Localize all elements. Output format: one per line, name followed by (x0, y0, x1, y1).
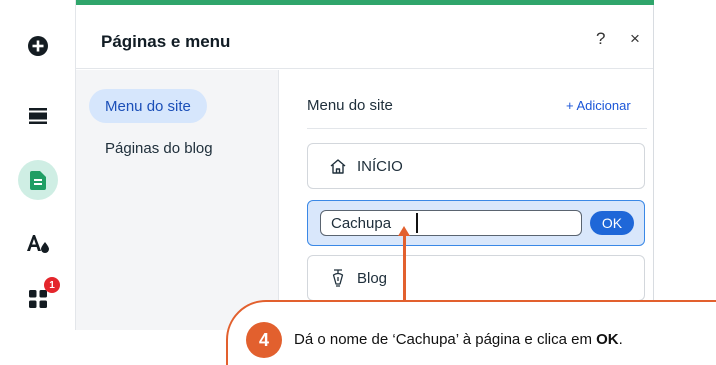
pen-nib-icon (327, 268, 349, 288)
page-item-label: INÍCIO (357, 157, 403, 175)
nav-item-paginas-do-blog[interactable]: Páginas do blog (89, 131, 229, 165)
page-rename-row: OK (307, 200, 645, 246)
page-name-input[interactable] (320, 210, 582, 236)
callout-arrow (398, 226, 410, 236)
home-icon (327, 158, 349, 175)
close-button[interactable]: × (630, 29, 640, 49)
add-elements-button[interactable] (18, 26, 58, 66)
pages-icon (30, 170, 46, 190)
page-item-blog[interactable]: Blog (307, 255, 645, 301)
text-caret (416, 213, 418, 233)
design-icon (27, 235, 49, 253)
page-item-inicio[interactable]: INÍCIO (307, 143, 645, 189)
apps-button[interactable]: 1 (18, 277, 60, 319)
panel-sidenav: Menu do site Páginas do blog (76, 70, 279, 330)
help-button[interactable]: ? (596, 29, 605, 49)
sections-icon (29, 108, 47, 124)
instruction-text: Dá o nome de ‘Cachupa’ à página e clica … (294, 331, 623, 348)
design-button[interactable] (18, 223, 58, 263)
notification-badge: 1 (44, 277, 60, 293)
apps-icon (29, 290, 47, 308)
divider (307, 128, 647, 129)
add-icon (28, 36, 48, 56)
site-menu-content: Menu do site + Adicionar INÍCIO OK Blog (280, 70, 654, 330)
sections-button[interactable] (18, 96, 58, 136)
callout-pointer-line (403, 232, 406, 306)
instruction-ok-label: OK (596, 331, 619, 348)
pages-menu-panel: Páginas e menu ? × Menu do site Páginas … (76, 5, 654, 330)
left-toolbar: 1 (0, 0, 76, 330)
step-number-badge: 4 (246, 322, 282, 358)
nav-item-menu-do-site[interactable]: Menu do site (89, 89, 207, 123)
panel-header: Páginas e menu ? × (76, 5, 653, 69)
pages-menu-button[interactable] (18, 160, 58, 200)
add-page-button[interactable]: + Adicionar (566, 98, 631, 113)
page-item-label: Blog (357, 269, 388, 287)
panel-title: Páginas e menu (101, 32, 231, 51)
section-title: Menu do site (307, 97, 393, 114)
ok-button[interactable]: OK (590, 211, 634, 235)
